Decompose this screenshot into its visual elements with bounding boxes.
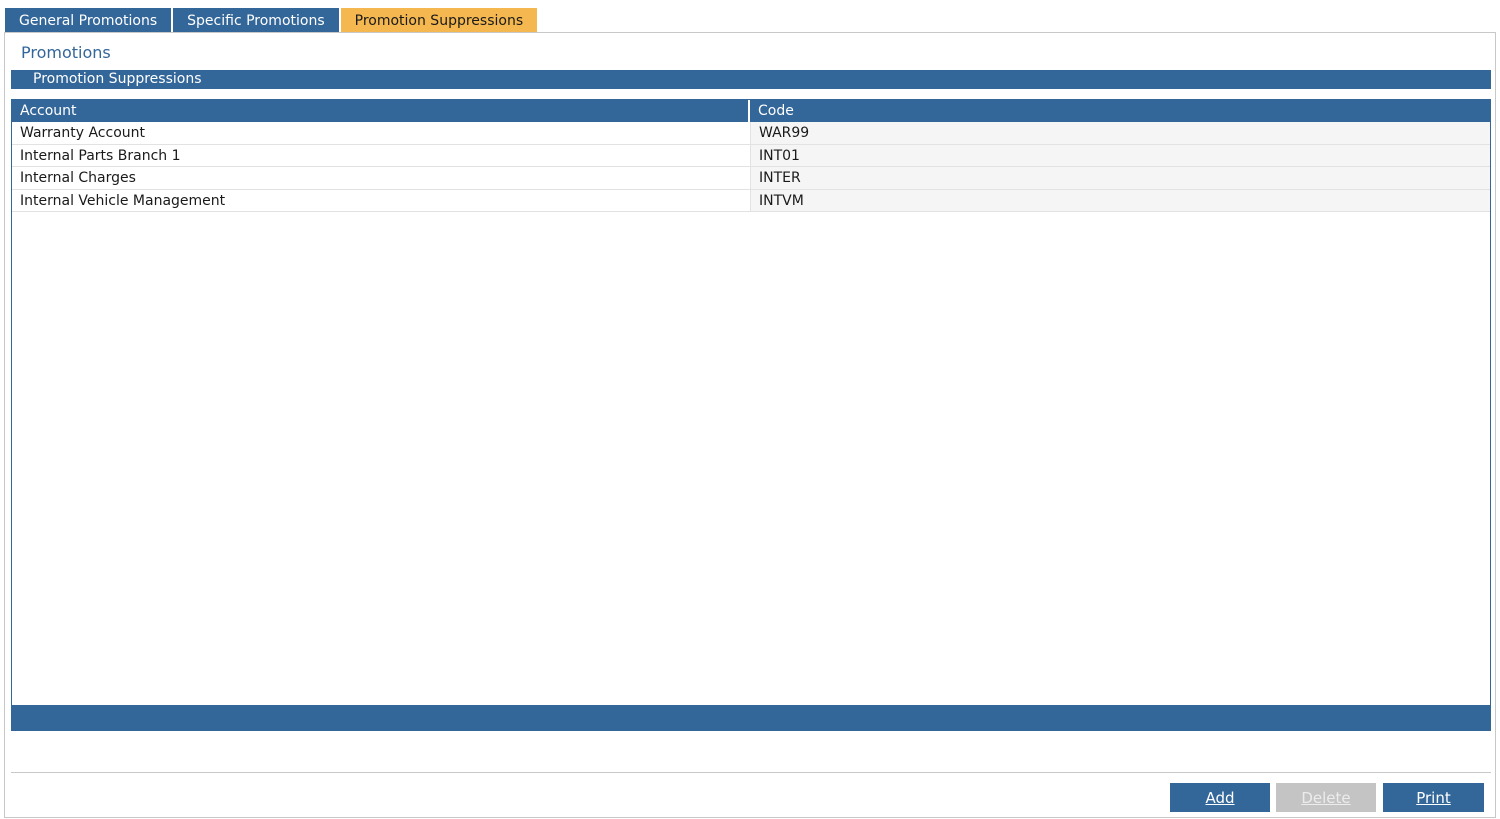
tab-bar: General Promotions Specific Promotions P… xyxy=(5,8,539,34)
tab-specific-promotions[interactable]: Specific Promotions xyxy=(173,8,339,33)
account-cell: Internal Vehicle Management xyxy=(12,189,750,211)
tab-promotion-suppressions[interactable]: Promotion Suppressions xyxy=(340,8,538,34)
suppressions-grid: Account Code Warranty Account WAR99 Inte… xyxy=(11,99,1491,731)
content-panel: Promotions Promotion Suppressions Accoun… xyxy=(4,32,1496,818)
account-cell: Warranty Account xyxy=(12,122,750,144)
code-cell: INTVM xyxy=(750,189,1490,211)
code-cell: INTER xyxy=(750,167,1490,189)
print-button[interactable]: Print xyxy=(1383,783,1484,812)
divider xyxy=(11,772,1491,773)
grid-header: Account Code xyxy=(12,100,1490,122)
table-row[interactable]: Internal Charges INTER xyxy=(12,167,1490,190)
code-cell: WAR99 xyxy=(750,122,1490,144)
column-header-code[interactable]: Code xyxy=(750,100,1490,122)
tab-general-promotions[interactable]: General Promotions xyxy=(5,8,172,33)
table-row[interactable]: Warranty Account WAR99 xyxy=(12,122,1490,145)
delete-button[interactable]: Delete xyxy=(1276,783,1376,812)
table-row[interactable]: Internal Parts Branch 1 INT01 xyxy=(12,144,1490,167)
section-header: Promotion Suppressions xyxy=(11,70,1491,89)
grid-footer xyxy=(11,705,1491,730)
add-button[interactable]: Add xyxy=(1170,783,1270,812)
column-header-account[interactable]: Account xyxy=(12,100,750,122)
page-title: Promotions xyxy=(21,43,111,62)
code-cell: INT01 xyxy=(750,144,1490,166)
table-row[interactable]: Internal Vehicle Management INTVM xyxy=(12,189,1490,212)
account-cell: Internal Parts Branch 1 xyxy=(12,144,750,166)
account-cell: Internal Charges xyxy=(12,167,750,189)
